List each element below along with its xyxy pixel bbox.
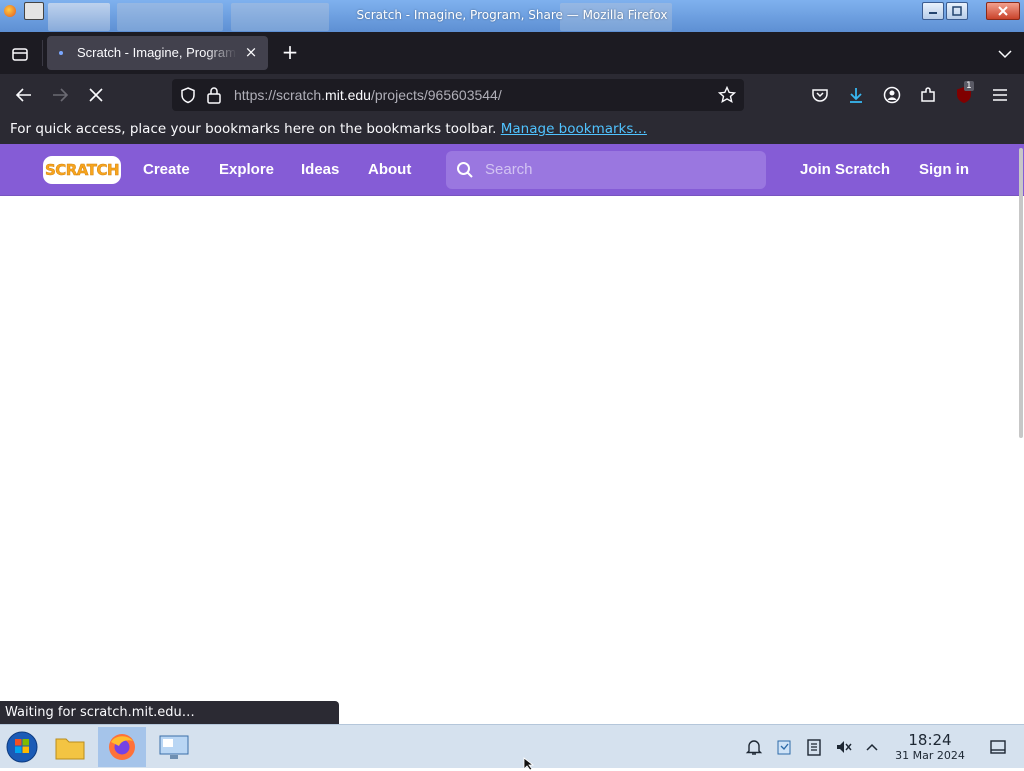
tab-close-button[interactable]: × [242,43,260,61]
notifications-icon[interactable] [744,737,764,757]
monitor-icon [159,735,189,759]
taskbar-files[interactable] [50,727,90,767]
shield-icon[interactable] [179,86,197,104]
puzzle-icon [921,87,935,102]
close-window-button[interactable] [986,2,1020,20]
scratch-search[interactable]: Search [446,151,766,189]
stop-button[interactable] [84,83,108,107]
tray-expand-button[interactable] [862,737,882,757]
chevron-down-icon [998,50,1012,59]
scratch-navbar: SCRATCH Create Explore Ideas About Searc… [0,144,1024,196]
minimize-button[interactable] [922,2,944,20]
battery-icon[interactable] [804,737,824,757]
url-host: mit.edu [325,87,371,103]
taskbar-clock[interactable]: 18:24 31 Mar 2024 [888,731,972,763]
tab-title: Scratch - Imagine, Program, Share [77,45,237,60]
pocket-icon [812,89,828,102]
tab-separator [42,40,43,66]
taskbar-control-panel[interactable] [154,727,194,767]
desktop-icon [990,740,1006,754]
arrow-right-icon [53,88,69,102]
account-icon [883,86,901,104]
search-input[interactable]: Search [485,161,533,178]
firefox-icon [109,734,135,760]
lock-icon[interactable] [206,86,222,104]
window-title: Scratch - Imagine, Program, Share — Mozi… [356,8,668,22]
maximize-button[interactable] [946,2,968,20]
pocket-button[interactable] [808,83,832,107]
app-menu-button[interactable] [988,83,1012,107]
star-icon[interactable] [718,86,736,104]
nav-create[interactable]: Create [143,161,190,178]
sign-in-link[interactable]: Sign in [919,161,969,178]
nav-explore[interactable]: Explore [219,161,274,178]
mouse-cursor-icon [523,757,535,771]
windows-start-icon [6,731,38,763]
list-all-tabs-button[interactable] [994,43,1016,65]
new-tab-button[interactable]: + [279,42,301,64]
bookmarks-hint: For quick access, place your bookmarks h… [10,121,497,137]
folder-icon [55,738,85,760]
bookmarks-message: For quick access, place your bookmarks h… [10,121,647,137]
search-icon [457,162,473,178]
nav-about[interactable]: About [368,161,411,178]
volume-muted-icon[interactable] [834,737,854,757]
speaker-muted-icon [837,741,852,753]
arrow-left-icon [15,88,31,102]
url-bar[interactable]: https://scratch.mit.edu/projects/9656035… [172,79,744,111]
firefox-view-icon [12,48,28,61]
loading-favicon-icon [59,51,63,55]
clipboard-icon[interactable] [774,737,794,757]
ublock-extension-button[interactable]: 1 [952,81,976,107]
tab-scratch[interactable]: Scratch - Imagine, Program, Share × [47,36,268,70]
extension-badge: 1 [964,81,974,91]
chevron-up-icon [866,743,878,751]
show-desktop-button[interactable] [988,737,1008,757]
bell-icon [745,740,763,755]
maximize-icon [952,6,962,16]
downloads-button[interactable] [844,83,868,107]
tab-strip: Scratch - Imagine, Program, Share × + [0,32,1024,74]
clock-date: 31 Mar 2024 [895,749,965,762]
url-text[interactable]: https://scratch.mit.edu/projects/9656035… [234,87,502,103]
scratch-logo-text: SCRATCH [44,161,120,180]
close-icon [998,6,1008,16]
firefox-view-button[interactable] [8,42,32,66]
taskbar-firefox[interactable] [98,727,146,767]
url-path: /projects/965603544/ [370,87,502,103]
extensions-button[interactable] [916,83,940,107]
download-icon [850,88,862,103]
page-scrollbar[interactable] [1019,148,1023,438]
clock-time: 18:24 [908,731,952,749]
window-titlebar: Scratch - Imagine, Program, Share — Mozi… [0,0,1024,32]
taskbar: 18:24 31 Mar 2024 [0,724,1024,768]
start-button[interactable] [2,727,42,767]
manage-bookmarks-link[interactable]: Manage bookmarks… [501,121,647,137]
scratch-logo[interactable]: SCRATCH [43,156,121,184]
bookmarks-toolbar: For quick access, place your bookmarks h… [0,116,1024,144]
hamburger-icon [993,89,1007,101]
join-scratch-link[interactable]: Join Scratch [800,161,890,178]
forward-button[interactable] [48,83,72,107]
url-prefix: https://scratch. [234,87,326,103]
stop-x-icon [89,88,103,102]
nav-toolbar: https://scratch.mit.edu/projects/9656035… [0,74,1024,116]
storage-icon [807,739,821,756]
status-panel: Waiting for scratch.mit.edu… [0,701,339,724]
account-button[interactable] [880,83,904,107]
back-button[interactable] [12,83,36,107]
minimize-icon [929,12,937,14]
network-icon [777,740,791,755]
nav-ideas[interactable]: Ideas [301,161,339,178]
